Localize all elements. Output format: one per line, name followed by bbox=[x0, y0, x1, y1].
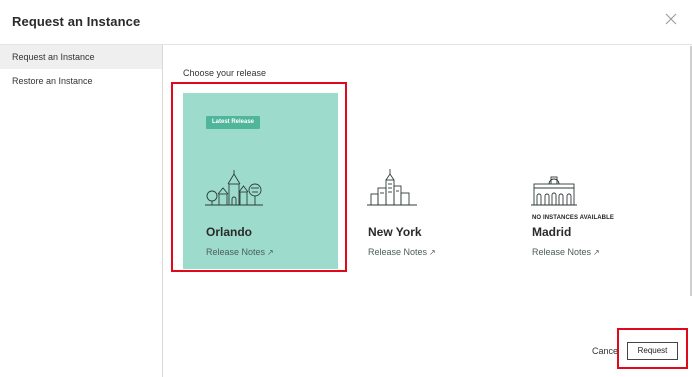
main-content: Choose your release Latest Release Orlan… bbox=[164, 45, 692, 377]
release-notes-label: Release Notes bbox=[206, 247, 266, 257]
sidebar-item-request-instance[interactable]: Request an Instance bbox=[0, 45, 162, 69]
release-notes-label: Release Notes bbox=[368, 247, 428, 257]
close-icon[interactable] bbox=[664, 12, 678, 26]
release-card-orlando[interactable]: Latest Release Orlando Release Notes ↗ bbox=[183, 93, 338, 269]
release-notes-link[interactable]: Release Notes ↗ bbox=[206, 247, 274, 257]
release-notes-link[interactable]: Release Notes ↗ bbox=[532, 247, 600, 257]
release-name: Madrid bbox=[532, 225, 572, 239]
section-label: Choose your release bbox=[183, 68, 267, 78]
orlando-castle-icon bbox=[205, 170, 263, 206]
release-card-new-york[interactable]: New York Release Notes ↗ bbox=[345, 93, 500, 269]
modal-title: Request an Instance bbox=[12, 14, 141, 29]
sidebar-item-restore-instance[interactable]: Restore an Instance bbox=[0, 69, 162, 93]
latest-release-badge: Latest Release bbox=[206, 116, 261, 129]
sidebar: Request an Instance Restore an Instance bbox=[0, 45, 163, 377]
no-instances-note: NO INSTANCES AVAILABLE bbox=[532, 215, 614, 221]
request-button[interactable]: Request bbox=[627, 342, 678, 360]
external-link-icon: ↗ bbox=[593, 248, 600, 257]
modal-header: Request an Instance bbox=[0, 0, 692, 45]
release-name: Orlando bbox=[206, 225, 253, 239]
new-york-skyline-icon bbox=[367, 169, 417, 206]
madrid-gate-icon bbox=[531, 176, 577, 206]
release-name: New York bbox=[368, 225, 422, 239]
release-notes-label: Release Notes bbox=[532, 247, 592, 257]
release-card-madrid[interactable]: NO INSTANCES AVAILABLE Madrid Release No… bbox=[509, 93, 664, 269]
external-link-icon: ↗ bbox=[429, 248, 436, 257]
external-link-icon: ↗ bbox=[267, 248, 274, 257]
release-notes-link[interactable]: Release Notes ↗ bbox=[368, 247, 436, 257]
cancel-button[interactable]: Cance bbox=[592, 346, 618, 356]
